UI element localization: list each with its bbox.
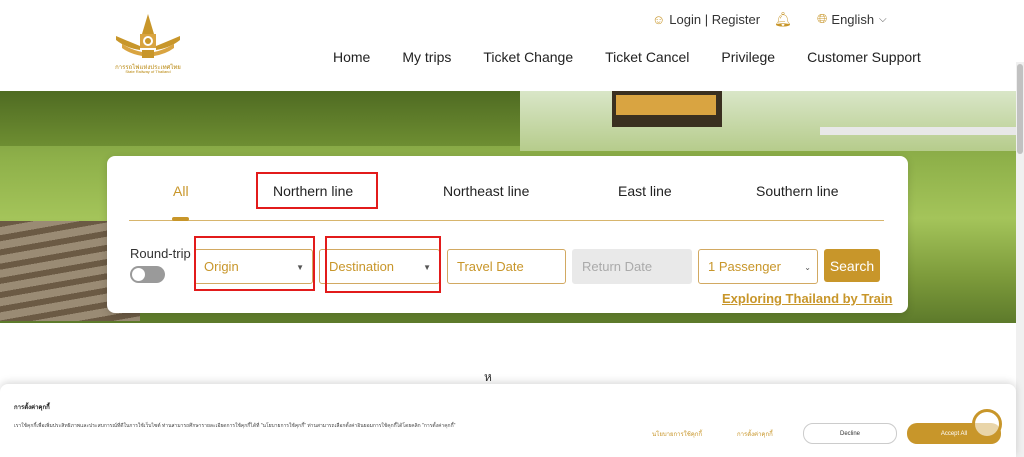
nav-ticket-cancel[interactable]: Ticket Cancel	[605, 49, 689, 65]
roundtrip-label: Round-trip	[130, 246, 191, 261]
train-search-card: All Northern line Northeast line East li…	[107, 156, 908, 313]
passenger-value: 1 Passenger	[708, 259, 781, 274]
cookie-settings-link[interactable]: การตั้งค่าคุกกี้	[737, 429, 773, 439]
globe-icon: 🌐︎	[817, 11, 828, 26]
toggle-knob	[132, 268, 145, 281]
nav-customer-support[interactable]: Customer Support	[807, 49, 921, 65]
chat-widget-icon[interactable]	[972, 409, 1002, 439]
passenger-select[interactable]: 1 Passenger ⌄	[698, 249, 818, 284]
tab-east-line[interactable]: East line	[618, 183, 672, 199]
tab-northeast-line[interactable]: Northeast line	[443, 183, 529, 199]
nav-privilege[interactable]: Privilege	[721, 49, 775, 65]
hero-sky	[520, 91, 1016, 151]
nav-home[interactable]: Home	[333, 49, 370, 65]
highlight-box-destination	[325, 236, 441, 293]
return-date-input: Return Date	[572, 249, 692, 284]
bell-icon[interactable]: 🔔︎	[774, 10, 792, 28]
hero-trees	[0, 91, 560, 146]
chevron-down-icon: ⌵	[879, 13, 887, 25]
tab-southern-line[interactable]: Southern line	[756, 183, 839, 199]
main-nav: Home My trips Ticket Change Ticket Cance…	[333, 49, 921, 65]
language-label: English	[831, 11, 875, 27]
decline-button[interactable]: Decline	[803, 423, 897, 444]
tab-divider	[129, 220, 884, 221]
scrollbar-thumb[interactable]	[1017, 64, 1023, 154]
return-date-placeholder: Return Date	[582, 259, 653, 274]
exploring-thailand-link[interactable]: Exploring Thailand by Train	[722, 291, 892, 306]
travel-date-placeholder: Travel Date	[457, 259, 524, 274]
login-label: Login | Register	[669, 11, 761, 27]
language-selector[interactable]: 🌐︎ English ⌵	[817, 10, 887, 28]
roundtrip-toggle[interactable]	[130, 266, 165, 283]
logo-english-name: State Railway of Thailand	[125, 69, 171, 74]
active-tab-indicator	[172, 217, 189, 221]
search-button[interactable]: Search	[824, 249, 880, 282]
hero-train-front	[616, 95, 716, 115]
nav-my-trips[interactable]: My trips	[402, 49, 451, 65]
login-register-link[interactable]: ☺ Login | Register	[652, 10, 760, 28]
tab-all[interactable]: All	[173, 183, 189, 199]
cookie-title: การตั้งค่าคุกกี้	[14, 405, 50, 411]
cookie-consent-bar: การตั้งค่าคุกกี้ เราใช้คุกกี้เพื่อเพิ่มป…	[0, 384, 1016, 457]
hero-fence	[820, 127, 1016, 135]
travel-date-input[interactable]: Travel Date	[447, 249, 566, 284]
user-icon: ☺	[652, 11, 666, 27]
cookie-description: เราใช้คุกกี้เพื่อเพิ่มประสิทธิภาพและประส…	[14, 423, 456, 429]
highlight-box-origin	[194, 236, 315, 291]
cookie-policy-link[interactable]: นโยบายการใช้คุกกี้	[652, 429, 702, 439]
nav-ticket-change[interactable]: Ticket Change	[483, 49, 573, 65]
chevron-down-icon: ⌄	[804, 263, 811, 272]
highlight-box-northern-line	[256, 172, 378, 209]
site-header: การรถไฟแห่งประเทศไทย State Railway of Th…	[0, 0, 1024, 91]
